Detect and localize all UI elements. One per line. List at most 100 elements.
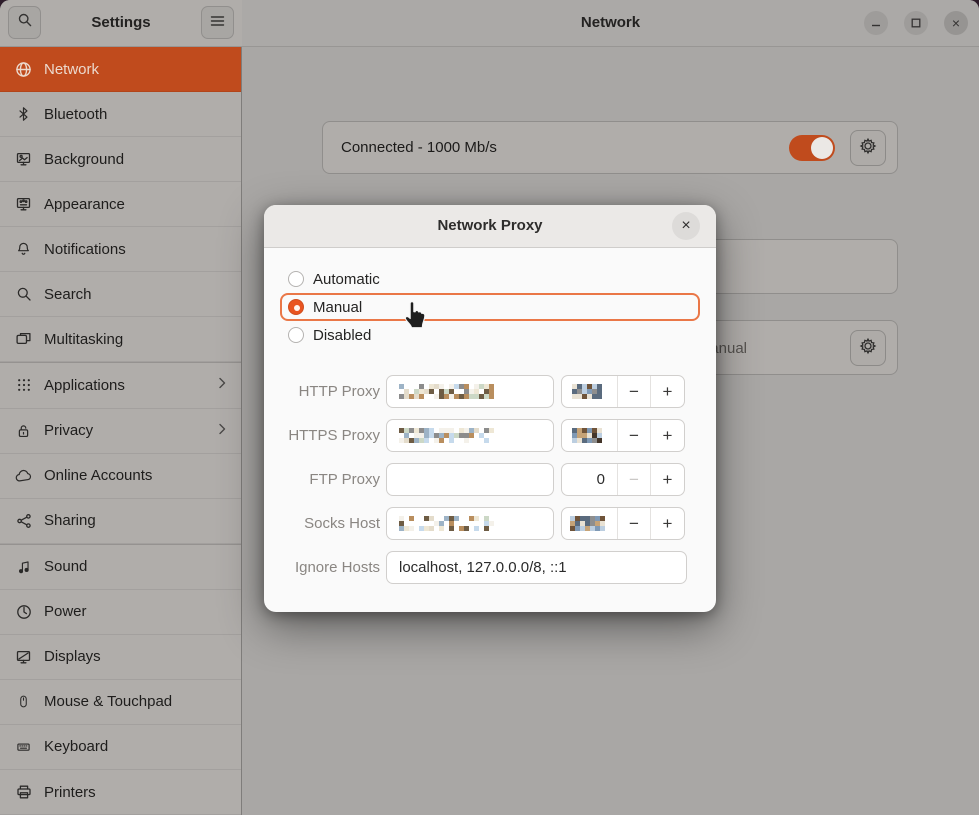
socks-host-input[interactable]	[386, 507, 554, 540]
sidebar-item-network[interactable]: Network	[0, 47, 241, 92]
redacted-value	[572, 428, 603, 443]
field-row-ftp-proxy: FTP Proxy0−+	[264, 463, 716, 496]
bluetooth-icon	[15, 106, 32, 123]
http-proxy-input[interactable]	[386, 375, 554, 408]
main-menu-button[interactable]	[201, 6, 234, 39]
decrement-button[interactable]: −	[618, 464, 651, 495]
sidebar-item-bluetooth[interactable]: Bluetooth	[0, 92, 241, 137]
printers-icon	[15, 784, 32, 801]
multitasking-icon	[15, 331, 32, 348]
sidebar-item-label: Mouse & Touchpad	[44, 693, 227, 710]
wired-connection-row[interactable]: Connected - 1000 Mb/s	[322, 121, 898, 174]
redacted-value	[572, 384, 603, 399]
displays-icon	[15, 648, 32, 665]
redacted-value	[399, 384, 495, 399]
port-value[interactable]	[562, 376, 618, 407]
ignore-hosts-input[interactable]: localhost, 127.0.0.0/8, ::1	[386, 551, 687, 584]
sidebar-item-label: Power	[44, 603, 227, 620]
power-icon	[15, 603, 32, 620]
close-icon: ×	[952, 15, 960, 31]
proxy-option-disabled[interactable]: Disabled	[280, 321, 700, 349]
radio-checked-icon[interactable]	[288, 299, 304, 315]
sidebar-item-label: Bluetooth	[44, 106, 227, 123]
sidebar-item-applications[interactable]: Applications	[0, 362, 241, 408]
close-window-button[interactable]: ×	[944, 11, 968, 35]
close-icon: ×	[681, 217, 690, 235]
gear-icon	[859, 137, 877, 160]
minimize-icon	[871, 18, 881, 28]
ftp-proxy-port-spinbox: 0−+	[561, 463, 685, 496]
sidebar-item-online-accounts[interactable]: Online Accounts	[0, 454, 241, 499]
ftp-proxy-input[interactable]	[386, 463, 554, 496]
sidebar-item-label: Sharing	[44, 512, 227, 529]
https-proxy-port-spinbox: −+	[561, 419, 685, 452]
proxy-settings-button[interactable]	[850, 330, 886, 366]
dialog-close-button[interactable]: ×	[672, 212, 700, 240]
chevron-right-icon	[217, 422, 227, 440]
field-row-socks-host: Socks Host −+	[264, 507, 716, 540]
sidebar-item-label: Sound	[44, 558, 227, 575]
sidebar-item-sharing[interactable]: Sharing	[0, 499, 241, 544]
wired-toggle[interactable]	[789, 135, 835, 161]
increment-button[interactable]: +	[651, 464, 684, 495]
sound-icon	[15, 558, 32, 575]
decrement-button[interactable]: −	[618, 508, 651, 539]
sidebar-item-label: Background	[44, 151, 227, 168]
radio-unchecked-icon[interactable]	[288, 327, 304, 343]
radio-unchecked-icon[interactable]	[288, 271, 304, 287]
sidebar-item-appearance[interactable]: Appearance	[0, 182, 241, 227]
applications-icon	[15, 377, 32, 394]
field-label: HTTP Proxy	[264, 375, 380, 408]
redacted-value	[570, 516, 606, 531]
sidebar-item-search[interactable]: Search	[0, 272, 241, 317]
maximize-icon	[911, 18, 921, 28]
port-value[interactable]	[562, 420, 618, 451]
field-label: Socks Host	[264, 507, 380, 540]
increment-button[interactable]: +	[651, 420, 684, 451]
mouse-touchpad-icon	[15, 693, 32, 710]
sidebar-item-printers[interactable]: Printers	[0, 770, 241, 815]
wired-settings-button[interactable]	[850, 130, 886, 166]
sidebar-item-power[interactable]: Power	[0, 590, 241, 635]
field-label: HTTPS Proxy	[264, 419, 380, 452]
notifications-icon	[15, 241, 32, 258]
sidebar-item-label: Network	[44, 61, 227, 78]
increment-button[interactable]: +	[651, 376, 684, 407]
sidebar-item-displays[interactable]: Displays	[0, 635, 241, 680]
decrement-button[interactable]: −	[618, 376, 651, 407]
search-icon	[15, 286, 32, 303]
socks-host-port-spinbox: −+	[561, 507, 685, 540]
chevron-right-icon	[217, 376, 227, 394]
sidebar-item-label: Keyboard	[44, 738, 227, 755]
sidebar-item-mouse-and-touchpad[interactable]: Mouse & Touchpad	[0, 680, 241, 725]
redacted-value	[399, 516, 495, 531]
sidebar-item-notifications[interactable]: Notifications	[0, 227, 241, 272]
http-proxy-port-spinbox: −+	[561, 375, 685, 408]
proxy-method-list: Automatic Manual Disabled	[280, 265, 700, 349]
minimize-button[interactable]	[864, 11, 888, 35]
wired-status-label: Connected - 1000 Mb/s	[341, 122, 497, 173]
hamburger-icon	[210, 14, 225, 32]
sidebar-item-keyboard[interactable]: Keyboard	[0, 725, 241, 770]
proxy-option-label: Manual	[313, 299, 362, 316]
sidebar-titlebar[interactable]: Settings	[0, 0, 242, 47]
decrement-button[interactable]: −	[618, 420, 651, 451]
sidebar-item-sound[interactable]: Sound	[0, 544, 241, 590]
increment-button[interactable]: +	[651, 508, 684, 539]
port-value[interactable]: 0	[562, 464, 618, 495]
sidebar-item-multitasking[interactable]: Multitasking	[0, 317, 241, 362]
field-row-https-proxy: HTTPS Proxy −+	[264, 419, 716, 452]
proxy-option-automatic[interactable]: Automatic	[280, 265, 700, 293]
sidebar-item-label: Online Accounts	[44, 467, 227, 484]
https-proxy-input[interactable]	[386, 419, 554, 452]
proxy-option-manual[interactable]: Manual	[280, 293, 700, 321]
input-value: localhost, 127.0.0.0/8, ::1	[399, 559, 567, 576]
sidebar-item-background[interactable]: Background	[0, 137, 241, 182]
sidebar-item-label: Applications	[44, 377, 205, 394]
maximize-button[interactable]	[904, 11, 928, 35]
sidebar-item-privacy[interactable]: Privacy	[0, 409, 241, 454]
port-value[interactable]	[562, 508, 618, 539]
appearance-icon	[15, 196, 32, 213]
dialog-header[interactable]: Network Proxy ×	[264, 205, 716, 248]
network-icon	[15, 61, 32, 78]
